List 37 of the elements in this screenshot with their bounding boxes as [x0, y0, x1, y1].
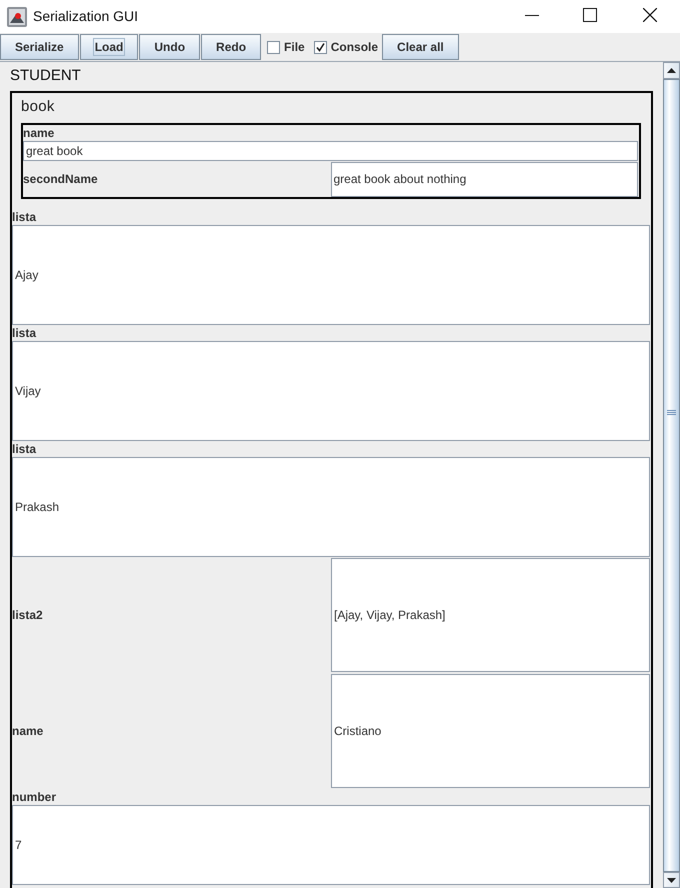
checkbox[interactable]: File	[262, 34, 309, 60]
checkbox-icon[interactable]	[267, 40, 280, 54]
panel-title: book	[20, 97, 56, 117]
text-field[interactable]: great book about nothing	[330, 162, 638, 196]
field-label: secondName	[23, 172, 99, 186]
field-label: lista2	[12, 608, 44, 622]
field-label: name	[23, 125, 56, 140]
window-title: Serialization GUI	[33, 6, 138, 24]
minimize-icon[interactable]	[525, 14, 539, 16]
text-field[interactable]: Cristiano	[331, 674, 650, 788]
field-label: lista	[12, 325, 38, 341]
text-field[interactable]: Vijay	[12, 341, 650, 441]
toolbar-button[interactable]: Serialize	[0, 34, 79, 60]
grip-icon	[667, 410, 676, 415]
maximize-icon[interactable]	[583, 8, 597, 22]
field-label: name	[12, 724, 44, 738]
text-field[interactable]: Prakash	[12, 457, 650, 557]
toolbar-button[interactable]: Clear all	[382, 34, 459, 60]
scroll-up-button[interactable]	[663, 62, 680, 79]
checkbox[interactable]: Console	[308, 34, 382, 60]
field-label: lista	[12, 441, 38, 457]
scroll-down-button[interactable]	[663, 872, 680, 888]
toolbar-button[interactable]: Undo	[139, 34, 200, 60]
text-field[interactable]: [Ajay, Vijay, Prakash]	[331, 558, 650, 672]
checkbox-icon[interactable]	[314, 40, 327, 54]
app-icon	[7, 6, 27, 26]
form-title: STUDENT	[9, 66, 82, 86]
close-icon[interactable]	[643, 8, 657, 22]
up-arrow-icon	[667, 68, 676, 73]
text-field[interactable]: great book	[23, 141, 638, 161]
toolbar-button[interactable]: Load	[80, 34, 138, 60]
field-label: number	[12, 789, 58, 805]
text-field[interactable]: 7	[12, 805, 650, 885]
down-arrow-icon	[667, 878, 676, 882]
text-field[interactable]: Ajay	[12, 225, 650, 325]
toolbar-button[interactable]: Redo	[201, 34, 262, 60]
field-label: lista	[12, 209, 38, 225]
